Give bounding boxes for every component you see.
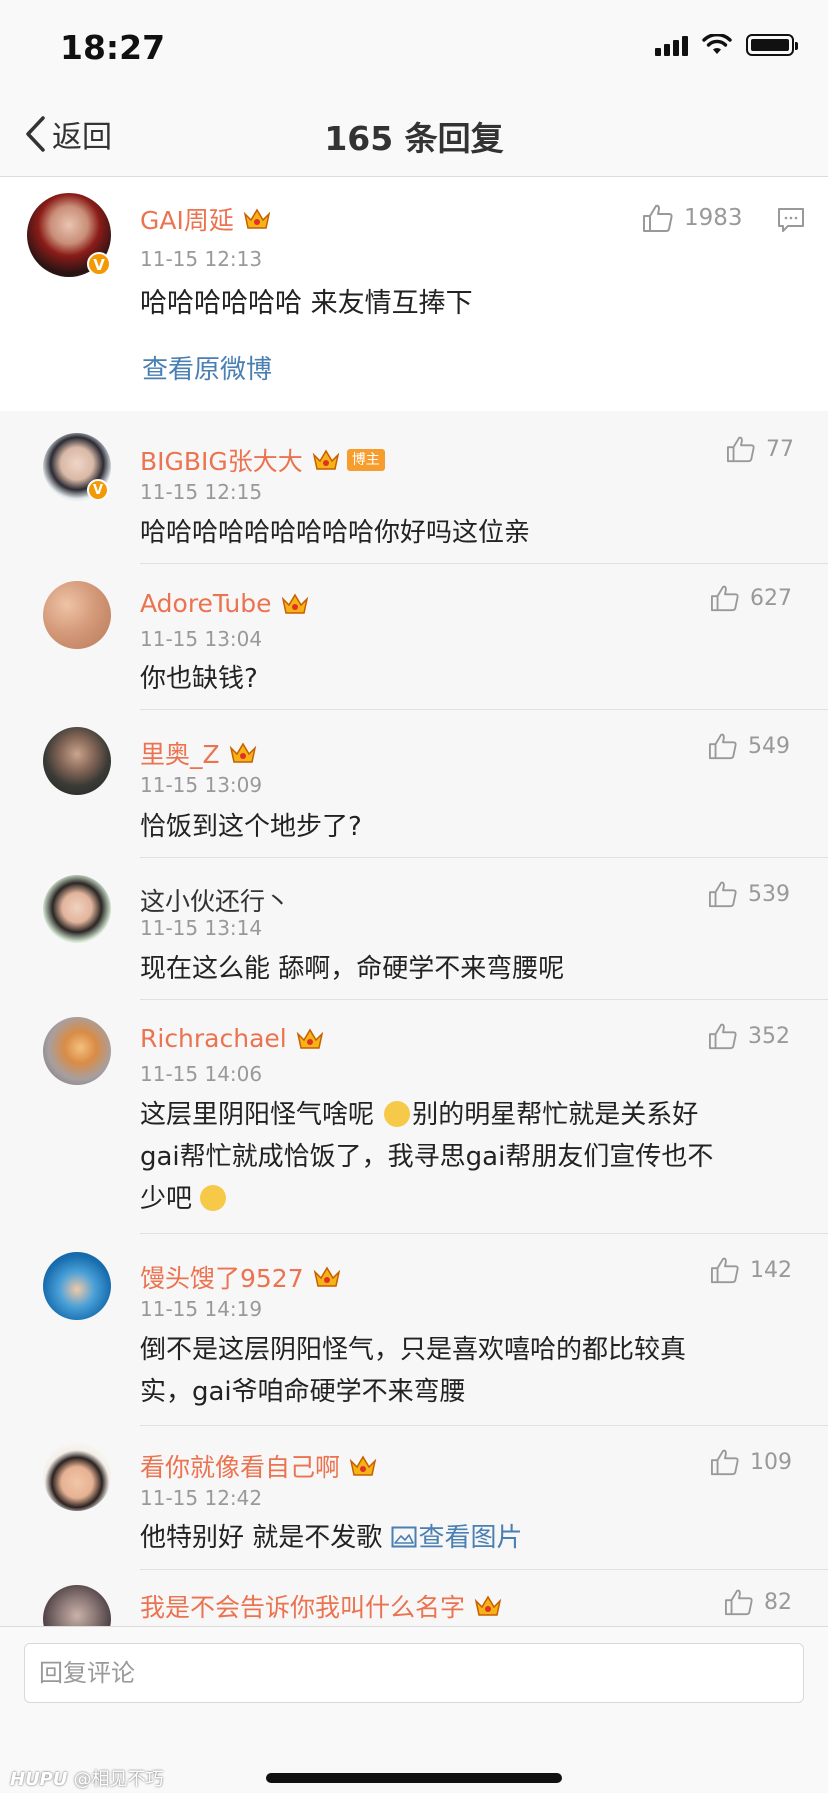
original-comment: V GAI周延 11-15 12:13 哈哈哈哈哈哈 来友情互捧下 1983 查… <box>0 177 828 411</box>
like-button[interactable]: 82 <box>724 1588 792 1616</box>
thumbs-up-icon <box>725 1589 753 1616</box>
page-title: 165 条回复 <box>324 119 504 158</box>
like-count: 109 <box>750 1449 792 1475</box>
reply-item: 我是不会告诉你我叫什么名字 82 <box>0 1570 828 1626</box>
avatar[interactable] <box>43 1443 111 1511</box>
like-count: 82 <box>764 1589 792 1615</box>
home-indicator[interactable] <box>266 1773 562 1783</box>
thumbs-up-icon <box>709 733 737 760</box>
comment-text: 他特别好 就是不发歌 查看图片 <box>140 1523 523 1553</box>
comment-text: 这层里阴阳怪气啥呢 别的明星帮忙就是关系好 gai帮忙就成恰饭了，我寻思gai帮… <box>140 1100 714 1214</box>
nav-bar: 返回 165 条回复 <box>0 100 828 177</box>
timestamp: 11-15 12:15 <box>140 480 263 504</box>
timestamp: 11-15 14:06 <box>140 1062 263 1086</box>
reply-item: 看你就像看自己啊 11-15 12:42 他特别好 就是不发歌 查看图片 109 <box>0 1426 828 1570</box>
comment-text: 你也缺钱? <box>140 664 258 694</box>
like-count: 352 <box>748 1023 790 1049</box>
timestamp: 11-15 13:09 <box>140 773 263 797</box>
like-button[interactable]: 549 <box>708 732 790 760</box>
like-count: 77 <box>766 436 794 462</box>
avatar[interactable] <box>43 727 111 795</box>
crown-icon <box>312 449 340 470</box>
author-tag: 博主 <box>346 449 385 471</box>
timestamp: 11-15 12:13 <box>140 247 263 271</box>
comment-text: 现在这么能 舔啊，命硬学不来弯腰呢 <box>140 954 565 984</box>
comment-text: 哈哈哈哈哈哈 来友情互捧下 <box>140 288 473 319</box>
status-time: 18:27 <box>60 28 166 67</box>
status-bar: 18:27 <box>0 0 828 100</box>
timestamp: 11-15 14:19 <box>140 1297 263 1321</box>
like-count: 142 <box>750 1257 792 1283</box>
image-icon <box>391 1526 417 1548</box>
like-button[interactable]: 77 <box>726 435 794 463</box>
like-button[interactable]: 352 <box>708 1022 790 1050</box>
reply-item: Richrachael 11-15 14:06 这层里阴阳怪气啥呢 别的明星帮忙… <box>0 1000 828 1234</box>
verified-badge-icon: V <box>87 252 111 276</box>
reply-item: V BIGBIG张大大 博主 11-15 12:15 哈哈哈哈哈哈哈哈哈你好吗这… <box>0 411 828 564</box>
view-original-link[interactable]: 查看原微博 <box>142 349 272 386</box>
comment-text: 恰饭到这个地步了? <box>140 812 362 842</box>
like-button[interactable]: 1983 <box>642 203 743 233</box>
crown-icon <box>313 1266 340 1287</box>
thumbs-up-icon <box>727 436 755 463</box>
like-button[interactable]: 627 <box>710 584 792 612</box>
reply-item: 馒头馊了9527 11-15 14:19 倒不是这层阴阳怪气，只是喜欢嘻哈的都比… <box>0 1234 828 1426</box>
username[interactable]: GAI周延 <box>140 201 272 237</box>
thinking-emoji-icon <box>200 1185 227 1211</box>
avatar[interactable] <box>43 1252 111 1320</box>
like-button[interactable]: 109 <box>710 1448 792 1476</box>
username[interactable]: 看你就像看自己啊 <box>140 1448 378 1484</box>
thumbs-up-icon <box>709 1023 737 1050</box>
username[interactable]: AdoreTube <box>140 589 310 618</box>
crown-icon <box>229 742 256 763</box>
timestamp: 11-15 12:42 <box>140 1486 263 1510</box>
avatar[interactable] <box>43 581 111 649</box>
reply-item: 这小伙还行丶 11-15 13:14 现在这么能 舔啊，命硬学不来弯腰呢 539 <box>0 858 828 1000</box>
comment-text: 倒不是这层阴阳怪气，只是喜欢嘻哈的都比较真 实，gai爷咱命硬学不来弯腰 <box>140 1335 687 1407</box>
thinking-emoji-icon <box>384 1101 411 1127</box>
crown-icon <box>296 1028 324 1049</box>
like-count: 549 <box>748 733 790 759</box>
like-count: 539 <box>748 881 790 907</box>
crown-icon <box>243 208 271 229</box>
watermark: HUPU @相见不巧 <box>10 1769 164 1790</box>
avatar[interactable] <box>43 1585 111 1626</box>
view-image-link[interactable]: 查看图片 <box>391 1523 523 1553</box>
thumbs-up-icon <box>709 881 737 908</box>
cellular-signal-icon <box>655 34 688 56</box>
comment-icon[interactable] <box>776 206 806 234</box>
crown-icon <box>474 1595 502 1616</box>
username[interactable]: BIGBIG张大大 博主 <box>140 442 385 478</box>
comment-text: 哈哈哈哈哈哈哈哈哈你好吗这位亲 <box>140 518 531 548</box>
reply-item: AdoreTube 11-15 13:04 你也缺钱? 627 <box>0 564 828 710</box>
reply-bar: HUPU@相见不巧 <box>0 1626 828 1793</box>
like-count: 1983 <box>684 205 743 231</box>
like-button[interactable]: 142 <box>710 1256 792 1284</box>
avatar[interactable] <box>43 1017 111 1085</box>
reply-item: 里奥_Z 11-15 13:09 恰饭到这个地步了? 549 <box>0 710 828 858</box>
battery-icon <box>746 34 798 56</box>
timestamp: 11-15 13:04 <box>140 627 263 651</box>
timestamp: 11-15 13:14 <box>140 916 263 940</box>
thumbs-up-icon <box>643 204 673 232</box>
username[interactable]: 馒头馊了9527 <box>140 1259 342 1295</box>
like-count: 627 <box>750 585 792 611</box>
thumbs-up-icon <box>711 1449 739 1476</box>
crown-icon <box>281 593 308 614</box>
username[interactable]: 这小伙还行丶 <box>140 882 290 918</box>
thumbs-up-icon <box>711 1257 739 1284</box>
wifi-icon <box>702 34 732 54</box>
reply-input[interactable] <box>24 1643 804 1703</box>
username[interactable]: Richrachael <box>140 1024 325 1053</box>
username[interactable]: 里奥_Z <box>140 735 258 771</box>
thumbs-up-icon <box>711 585 739 612</box>
crown-icon <box>349 1455 377 1476</box>
avatar[interactable] <box>43 875 111 943</box>
username[interactable]: 我是不会告诉你我叫什么名字 <box>140 1588 503 1624</box>
like-button[interactable]: 539 <box>708 880 790 908</box>
verified-badge-icon: V <box>87 479 109 501</box>
